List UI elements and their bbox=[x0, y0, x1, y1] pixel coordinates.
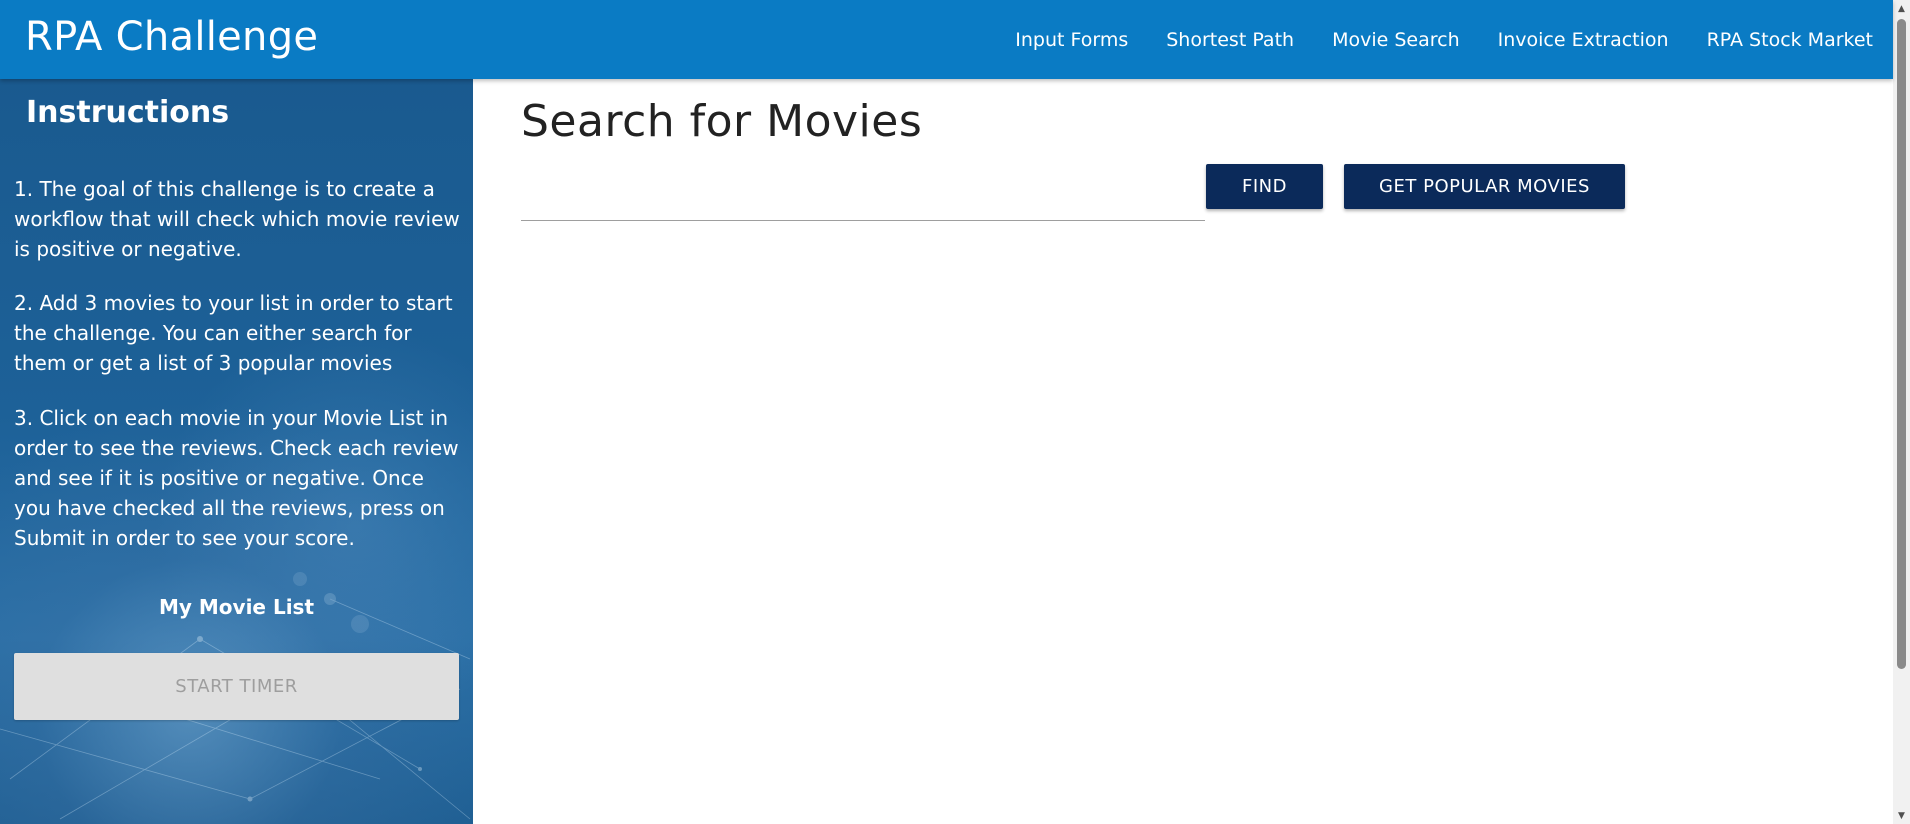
instruction-step-3: 3. Click on each movie in your Movie Lis… bbox=[14, 406, 459, 550]
instructions-title: Instructions bbox=[26, 95, 230, 130]
start-timer-button[interactable]: START TIMER bbox=[14, 653, 459, 720]
scrollbar-thumb[interactable] bbox=[1897, 19, 1906, 669]
page-title: Search for Movies bbox=[521, 96, 923, 147]
nav-movie-search[interactable]: Movie Search bbox=[1332, 29, 1460, 51]
nav-rpa-stock-market[interactable]: RPA Stock Market bbox=[1707, 29, 1873, 51]
instruction-step-1: 1. The goal of this challenge is to crea… bbox=[14, 177, 460, 261]
get-popular-movies-button[interactable]: GET POPULAR MOVIES bbox=[1344, 164, 1625, 209]
find-button[interactable]: FIND bbox=[1206, 164, 1323, 209]
movie-search-input[interactable] bbox=[521, 180, 1205, 221]
instructions-sidebar: Instructions 1. The goal of this challen… bbox=[0, 79, 473, 824]
brand-title[interactable]: RPA Challenge bbox=[25, 14, 318, 60]
page-scrollbar[interactable]: ▲ ▼ bbox=[1893, 0, 1910, 824]
nav-shortest-path[interactable]: Shortest Path bbox=[1166, 29, 1294, 51]
movie-list-title: My Movie List bbox=[158, 595, 315, 619]
nav-menu: Input Forms Shortest Path Movie Search I… bbox=[977, 0, 1873, 79]
nav-invoice-extraction[interactable]: Invoice Extraction bbox=[1498, 29, 1669, 51]
scroll-down-icon[interactable]: ▼ bbox=[1893, 807, 1910, 824]
scroll-up-icon[interactable]: ▲ bbox=[1893, 0, 1910, 17]
nav-input-forms[interactable]: Input Forms bbox=[1015, 29, 1128, 51]
top-navbar: RPA Challenge Input Forms Shortest Path … bbox=[0, 0, 1893, 79]
instruction-step-2: 2. Add 3 movies to your list in order to… bbox=[14, 291, 453, 375]
